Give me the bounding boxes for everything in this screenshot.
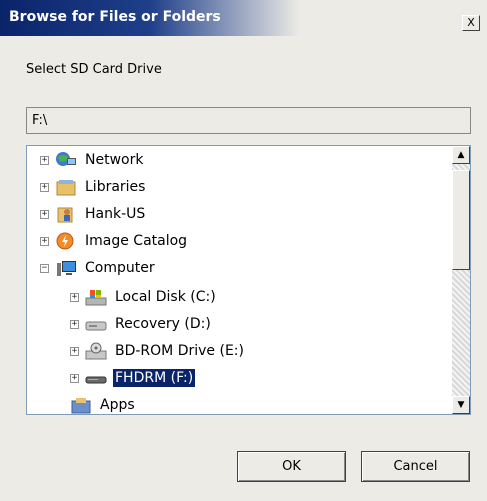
- tree-item-label: Computer: [85, 260, 155, 276]
- tree-item-local-disk-c[interactable]: + Local Disk (C:): [70, 286, 218, 308]
- removable-drive-icon: [85, 376, 107, 384]
- tree-item-label: Network: [85, 152, 144, 168]
- expand-icon[interactable]: +: [70, 346, 79, 356]
- expand-icon[interactable]: +: [70, 373, 79, 383]
- tree-item-label: Libraries: [85, 179, 146, 195]
- collapse-icon[interactable]: −: [40, 263, 49, 273]
- tree-item-fhdrm-f[interactable]: + FHDRM (F:): [70, 367, 196, 389]
- drive-icon: [85, 321, 107, 331]
- ok-button[interactable]: OK: [237, 451, 346, 482]
- cancel-button[interactable]: Cancel: [361, 451, 470, 482]
- scroll-thumb[interactable]: [452, 170, 470, 270]
- local-disk-icon: [85, 290, 107, 306]
- tree-item-network[interactable]: + Network: [40, 149, 145, 171]
- tree-item-libraries[interactable]: + Libraries: [40, 176, 147, 198]
- scroll-up-button[interactable]: ▲: [452, 146, 470, 164]
- expand-icon[interactable]: +: [40, 236, 49, 246]
- libraries-icon: [56, 180, 76, 196]
- tree-item-label: BD-ROM Drive (E:): [115, 343, 244, 359]
- tree-item-label: Image Catalog: [85, 233, 188, 249]
- expand-icon[interactable]: +: [40, 155, 49, 165]
- expand-icon[interactable]: +: [40, 209, 49, 219]
- network-icon: [56, 152, 76, 166]
- tree-item-label: Local Disk (C:): [115, 289, 216, 305]
- tree-item-hank-us[interactable]: + Hank-US: [40, 203, 147, 225]
- expand-icon[interactable]: +: [70, 292, 79, 302]
- window-title: Browse for Files or Folders: [9, 9, 221, 25]
- tree-item-image-catalog[interactable]: + Image Catalog: [40, 230, 189, 252]
- scroll-down-button[interactable]: ▼: [452, 396, 470, 414]
- tree-item-label: Recovery (D:): [115, 316, 211, 332]
- tree-item-apps[interactable]: Apps: [70, 394, 137, 414]
- tree-item-label: FHDRM (F:): [113, 369, 196, 387]
- expand-icon[interactable]: +: [70, 319, 79, 329]
- bd-rom-icon: [85, 342, 107, 360]
- folder-tree[interactable]: + Network + Libraries + Hank-US + Image …: [26, 145, 471, 415]
- image-catalog-icon: [56, 232, 74, 250]
- tree-item-computer[interactable]: − Computer: [40, 257, 157, 279]
- title-bar: Browse for Files or Folders X: [0, 0, 487, 36]
- computer-icon: [57, 261, 76, 276]
- close-button[interactable]: X: [462, 15, 480, 31]
- tree-item-label: Hank-US: [85, 206, 146, 222]
- tree-item-label: Apps: [100, 397, 135, 413]
- user-folder-icon: [57, 207, 73, 223]
- prompt-label: Select SD Card Drive: [26, 62, 162, 77]
- expand-icon[interactable]: +: [40, 182, 49, 192]
- tree-item-recovery-d[interactable]: + Recovery (D:): [70, 313, 213, 335]
- tree-item-bd-rom-e[interactable]: + BD-ROM Drive (E:): [70, 340, 246, 362]
- apps-icon: [71, 398, 91, 414]
- vertical-scrollbar[interactable]: ▲ ▼: [452, 146, 470, 414]
- path-field: F:\: [26, 107, 471, 134]
